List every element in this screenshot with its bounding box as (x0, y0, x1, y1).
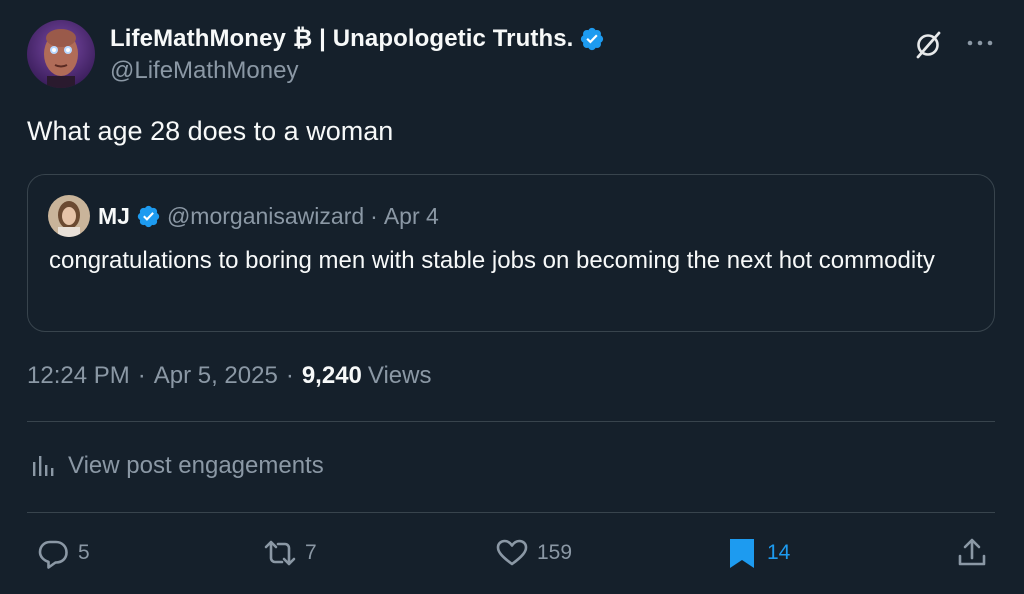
author-name[interactable]: LifeMathMoney ₿ | Unapologetic Truths. (110, 25, 573, 53)
quote-header: MJ @morganisawizard · Apr 4 (98, 201, 439, 231)
quote-author-name: MJ (98, 202, 130, 229)
verified-badge-icon (137, 205, 160, 227)
like-count: 159 (537, 541, 573, 564)
heart-icon (496, 539, 528, 566)
author-name-row: LifeMathMoney ₿ | Unapologetic Truths. (110, 24, 605, 54)
repost-count: 7 (305, 541, 317, 564)
quote-author-avatar (48, 195, 90, 237)
views-count: 9,240 (301, 362, 362, 389)
view-engagements-button[interactable]: View post engagements (30, 452, 324, 480)
quote-author-handle: @morganisawizard (166, 202, 365, 229)
separator-dot: · (137, 362, 146, 389)
share-button[interactable] (955, 535, 989, 571)
quoted-tweet-card[interactable]: MJ @morganisawizard · Apr 4 congratulati… (27, 174, 995, 332)
author-handle[interactable]: @LifeMathMoney (110, 57, 298, 85)
bookmark-count: 14 (767, 541, 791, 564)
like-button[interactable]: 159 (495, 535, 572, 571)
tweet-text: What age 28 does to a woman (27, 116, 394, 146)
bookmark-button[interactable]: 14 (725, 535, 790, 571)
repost-button[interactable]: 7 (263, 535, 317, 571)
tweet-meta: 12:24 PM · Apr 5, 2025 · 9,240 Views (27, 362, 431, 390)
reply-count: 5 (78, 541, 90, 564)
quote-text: congratulations to boring men with stabl… (49, 247, 935, 274)
bookmark-icon (730, 539, 754, 568)
separator-dot: · (370, 202, 378, 229)
reply-button[interactable]: 5 (36, 535, 90, 571)
divider (27, 421, 995, 422)
tweet-date[interactable]: Apr 5, 2025 (154, 362, 278, 390)
tweet-detail: LifeMathMoney ₿ | Unapologetic Truths. @… (0, 0, 1024, 594)
separator-dot: · (285, 362, 294, 389)
divider (27, 512, 995, 513)
grok-icon[interactable] (913, 30, 943, 60)
author-avatar[interactable] (27, 20, 95, 88)
views-label: Views (367, 362, 432, 389)
reply-icon (38, 540, 68, 569)
verified-badge-icon (581, 27, 604, 51)
view-engagements-label: View post engagements (68, 452, 324, 479)
bar-chart-icon (33, 456, 54, 476)
share-icon (958, 538, 986, 566)
repost-icon (264, 540, 296, 566)
quote-date: Apr 4 (383, 202, 439, 229)
tweet-time[interactable]: 12:24 PM (27, 362, 130, 390)
more-icon[interactable] (965, 36, 995, 50)
